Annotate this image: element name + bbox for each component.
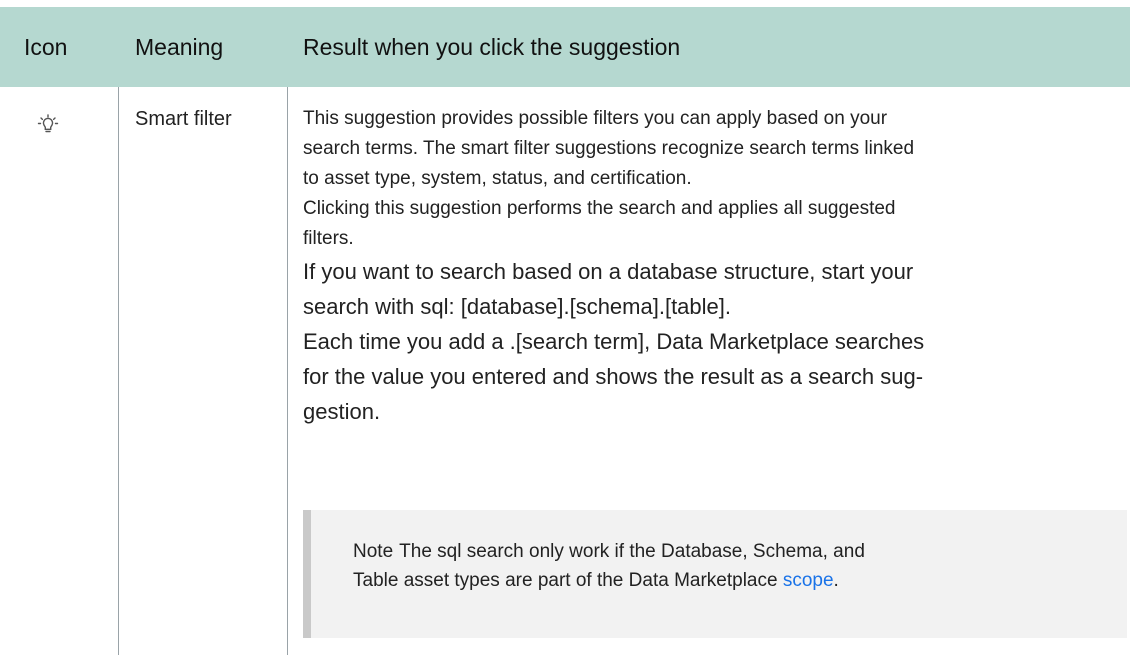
note-line-text: Table asset types are part of the Data M…	[353, 570, 783, 591]
header-result: Result when you click the suggestion	[303, 34, 681, 60]
description-line: search terms. The smart filter suggestio…	[303, 138, 915, 159]
description-line: If you want to search based on a databas…	[303, 259, 914, 284]
result-description: This suggestion provides possible filter…	[303, 104, 1123, 429]
note-line-text: The sql search only work if the Database…	[399, 541, 865, 562]
note-line-end: .	[833, 570, 839, 591]
note-text: Note The sql search only work if the Data…	[353, 537, 1113, 595]
header-meaning: Meaning	[135, 34, 224, 60]
note-line: Note The sql search only work if the Data…	[353, 537, 1113, 566]
description-line: to asset type, system, status, and certi…	[303, 168, 692, 189]
description-line: for the value you entered and shows the …	[303, 364, 924, 389]
description-line: search with sql: [database].[schema].[ta…	[303, 294, 732, 319]
note-box: Note The sql search only work if the Data…	[303, 510, 1127, 638]
description-line: This suggestion provides possible filter…	[303, 108, 888, 129]
lightbulb-icon	[36, 110, 60, 140]
note-label: Note	[353, 541, 394, 562]
header-icon: Icon	[24, 34, 68, 60]
table-header-row: Icon Meaning Result when you click the s…	[0, 7, 1130, 87]
description-line: gestion.	[303, 399, 381, 424]
column-divider	[118, 87, 119, 655]
note-line: Table asset types are part of the Data M…	[353, 566, 1113, 595]
suggestion-table: Icon Meaning Result when you click the s…	[0, 0, 1130, 655]
description-line: Clicking this suggestion performs the se…	[303, 198, 896, 219]
meaning-smart-filter: Smart filter	[135, 108, 232, 130]
column-divider	[287, 87, 288, 655]
description-line: Each time you add a .[search term], Data…	[303, 329, 925, 354]
description-line: filters.	[303, 228, 354, 249]
scope-link[interactable]: scope	[783, 570, 834, 591]
